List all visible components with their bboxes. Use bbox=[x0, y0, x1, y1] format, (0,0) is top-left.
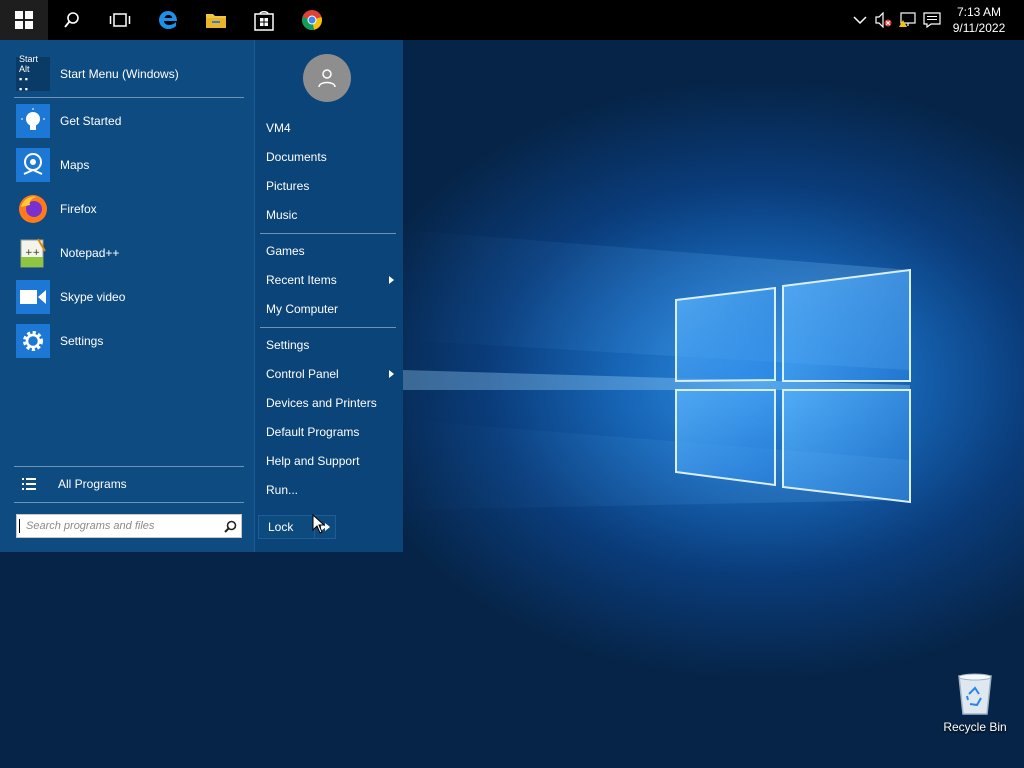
action-center-icon bbox=[923, 12, 941, 28]
program-notepad-plus-plus[interactable]: ++ Notepad++ bbox=[16, 234, 246, 272]
store-taskbar-button[interactable] bbox=[240, 0, 288, 40]
program-label: Notepad++ bbox=[60, 246, 120, 260]
program-settings[interactable]: Settings bbox=[16, 322, 246, 360]
task-view-button[interactable] bbox=[96, 0, 144, 40]
user-icon bbox=[318, 69, 336, 88]
menu-item-pictures[interactable]: Pictures bbox=[260, 174, 398, 198]
user-avatar[interactable] bbox=[303, 54, 351, 102]
program-firefox[interactable]: Firefox bbox=[16, 190, 246, 228]
menu-item-help-and-support[interactable]: Help and Support bbox=[260, 449, 398, 473]
file-explorer-icon bbox=[206, 14, 226, 28]
program-label: Skype video bbox=[60, 290, 126, 304]
menu-item-run[interactable]: Run... bbox=[260, 478, 398, 502]
menu-item-my-computer[interactable]: My Computer bbox=[260, 297, 398, 321]
start-menu-header[interactable]: Start Alt ▪ ▪ ▪ ▪ Start Menu (Windows) bbox=[16, 54, 179, 94]
chrome-icon bbox=[302, 10, 322, 30]
submenu-arrow-icon bbox=[389, 370, 394, 378]
edge-taskbar-button[interactable] bbox=[144, 0, 192, 40]
menu-item-documents[interactable]: Documents bbox=[260, 145, 398, 169]
divider bbox=[260, 233, 396, 234]
menu-item-devices-and-printers[interactable]: Devices and Printers bbox=[260, 391, 398, 415]
program-label: Get Started bbox=[60, 114, 122, 128]
divider bbox=[14, 97, 244, 98]
store-icon bbox=[254, 11, 274, 31]
program-label: Maps bbox=[60, 158, 90, 172]
search-placeholder: Search programs and files bbox=[19, 519, 219, 533]
start-button[interactable] bbox=[0, 0, 48, 40]
menu-item-settings[interactable]: Settings bbox=[260, 333, 398, 357]
program-maps[interactable]: Maps bbox=[16, 146, 246, 184]
start-menu-right-pane: VM4 Documents Pictures Music Games Recen… bbox=[254, 40, 403, 552]
maps-icon bbox=[16, 148, 50, 182]
search-button[interactable] bbox=[48, 0, 96, 40]
menu-item-recent-items[interactable]: Recent Items bbox=[260, 268, 398, 292]
recycle-bin-label: Recycle Bin bbox=[943, 720, 1007, 734]
start-menu-header-label: Start Menu (Windows) bbox=[60, 67, 179, 81]
chevron-up-icon bbox=[853, 16, 867, 25]
system-tray: 7:13 AM 9/11/2022 bbox=[848, 0, 1024, 40]
menu-item-music[interactable]: Music bbox=[260, 203, 398, 227]
taskbar: 7:13 AM 9/11/2022 bbox=[0, 0, 1024, 40]
mouse-cursor-icon bbox=[312, 514, 326, 534]
clock[interactable]: 7:13 AM 9/11/2022 bbox=[944, 4, 1014, 36]
action-center-button[interactable] bbox=[920, 0, 944, 40]
menu-item-label: Recent Items bbox=[266, 273, 337, 287]
windows-logo-icon bbox=[15, 11, 33, 29]
menu-item-vm4[interactable]: VM4 bbox=[260, 116, 398, 140]
show-hidden-icons-button[interactable] bbox=[848, 0, 872, 40]
recycle-bin[interactable]: Recycle Bin bbox=[938, 672, 1012, 742]
program-skype-video[interactable]: Skype video bbox=[16, 278, 246, 316]
recycle-bin-icon bbox=[958, 673, 992, 715]
divider bbox=[14, 502, 244, 503]
file-explorer-taskbar-button[interactable] bbox=[192, 0, 240, 40]
divider bbox=[14, 466, 244, 467]
menu-item-control-panel[interactable]: Control Panel bbox=[260, 362, 398, 386]
network-button[interactable] bbox=[896, 0, 920, 40]
search-input[interactable]: Search programs and files bbox=[16, 514, 242, 538]
clock-time: 7:13 AM bbox=[956, 5, 1002, 19]
task-view-icon bbox=[109, 13, 131, 27]
volume-button[interactable] bbox=[872, 0, 896, 40]
firefox-icon bbox=[16, 192, 50, 226]
chrome-taskbar-button[interactable] bbox=[288, 0, 336, 40]
menu-item-default-programs[interactable]: Default Programs bbox=[260, 420, 398, 444]
search-submit-button[interactable] bbox=[219, 520, 241, 533]
search-icon bbox=[223, 520, 236, 533]
clock-date: 9/11/2022 bbox=[952, 21, 1006, 35]
all-programs-label: All Programs bbox=[58, 477, 127, 491]
svg-text:++: ++ bbox=[25, 248, 40, 258]
volume-muted-icon bbox=[875, 12, 892, 28]
edge-icon bbox=[159, 11, 177, 29]
notepad-plus-plus-icon: ++ bbox=[16, 236, 50, 270]
lightbulb-icon bbox=[16, 104, 50, 138]
program-label: Settings bbox=[60, 334, 104, 348]
menu-item-label: Control Panel bbox=[266, 367, 339, 381]
start-menu-tile-icon: Start Alt ▪ ▪ ▪ ▪ bbox=[16, 54, 50, 94]
menu-item-games[interactable]: Games bbox=[260, 239, 398, 263]
submenu-arrow-icon bbox=[389, 276, 394, 284]
network-warning-icon bbox=[899, 12, 916, 27]
all-programs-button[interactable]: All Programs bbox=[16, 472, 246, 496]
divider bbox=[260, 327, 396, 328]
program-label: Firefox bbox=[60, 202, 97, 216]
start-menu: Start Alt ▪ ▪ ▪ ▪ Start Menu (Windows) G… bbox=[0, 40, 403, 552]
start-menu-left-pane: Start Alt ▪ ▪ ▪ ▪ Start Menu (Windows) G… bbox=[0, 40, 254, 552]
lock-button[interactable]: Lock bbox=[259, 516, 315, 538]
program-get-started[interactable]: Get Started bbox=[16, 102, 246, 140]
search-icon bbox=[64, 12, 79, 28]
gear-icon bbox=[16, 324, 50, 358]
list-icon bbox=[22, 478, 36, 490]
video-camera-icon bbox=[16, 280, 50, 314]
